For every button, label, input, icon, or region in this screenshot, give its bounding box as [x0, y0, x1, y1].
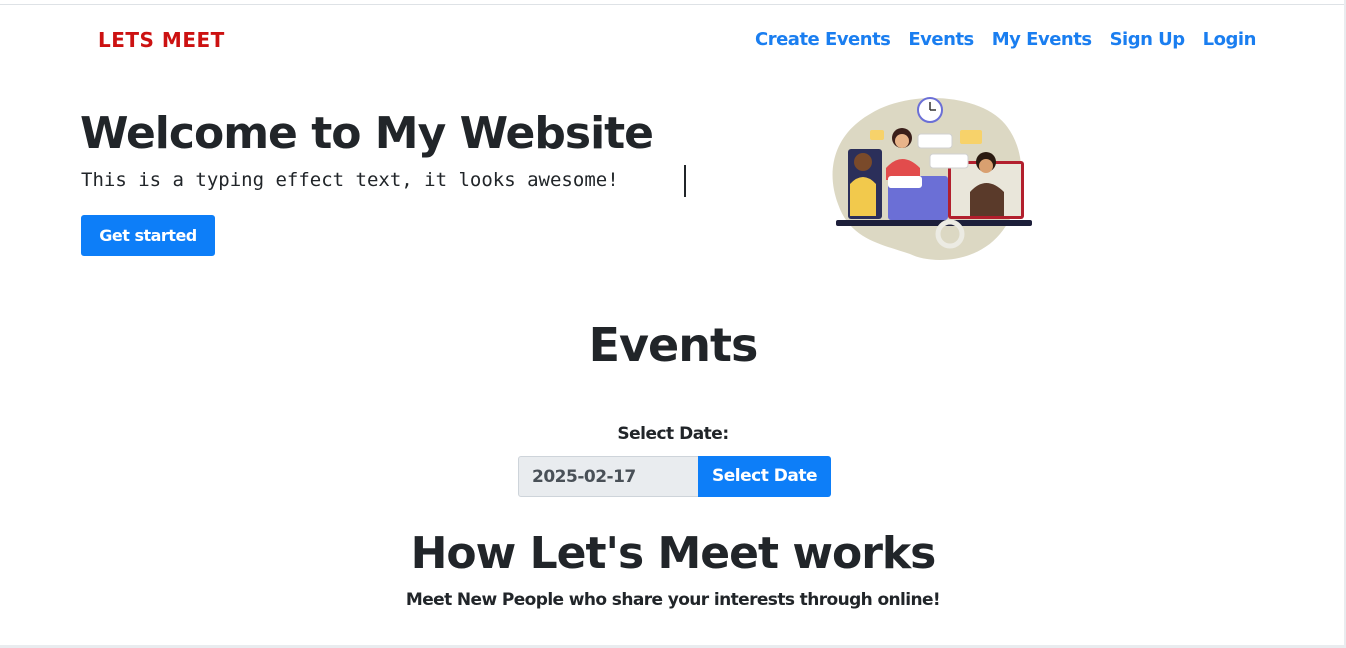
main-nav: Create Events Events My Events Sign Up L…: [755, 29, 1256, 50]
typing-cursor: [684, 165, 686, 197]
get-started-button[interactable]: Get started: [81, 215, 215, 256]
hero-title: Welcome to My Website: [80, 108, 654, 159]
nav-create-events[interactable]: Create Events: [755, 29, 891, 50]
top-border: [0, 4, 1346, 5]
nav-my-events[interactable]: My Events: [992, 29, 1092, 50]
events-heading: Events: [588, 318, 759, 372]
date-input[interactable]: [518, 456, 699, 497]
nav-sign-up[interactable]: Sign Up: [1110, 29, 1186, 50]
nav-events[interactable]: Events: [908, 29, 974, 50]
select-date-label: Select Date:: [617, 424, 729, 444]
brand-logo[interactable]: LETS MEET: [98, 28, 225, 52]
typing-text: This is a typing effect text, it looks a…: [81, 169, 619, 191]
nav-login[interactable]: Login: [1203, 29, 1257, 50]
how-it-works-subtitle: Meet New People who share your interests…: [405, 590, 941, 610]
video-call-illustration: [832, 97, 1032, 260]
how-it-works-heading: How Let's Meet works: [410, 528, 937, 579]
select-date-button[interactable]: Select Date: [698, 456, 831, 497]
